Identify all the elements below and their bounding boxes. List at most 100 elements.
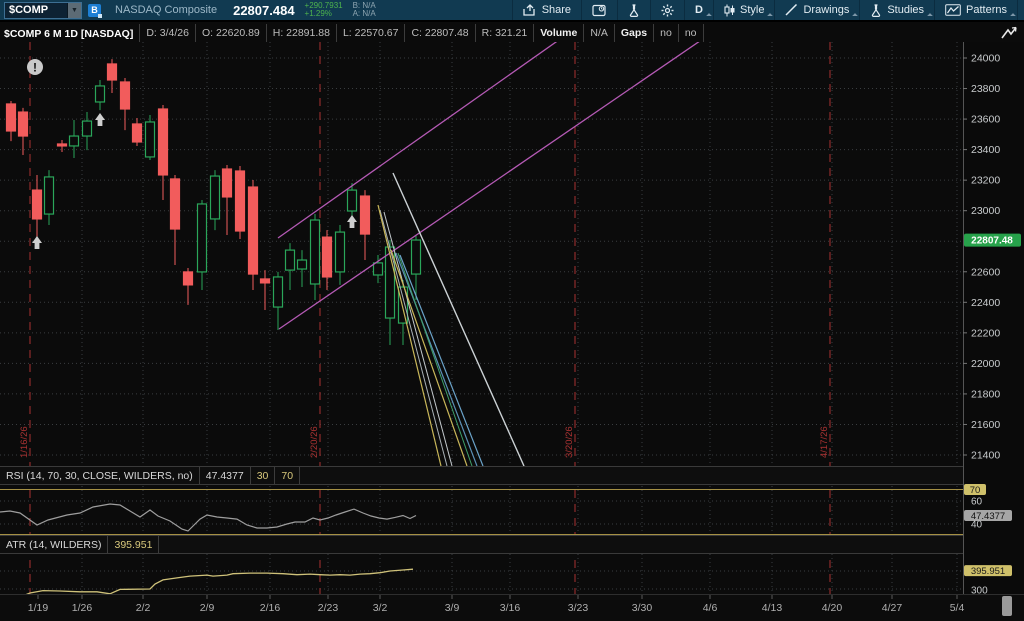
axis-scrollbar-nub[interactable] xyxy=(1002,596,1012,616)
header-gaps-label[interactable]: Gaps xyxy=(614,24,653,42)
date-tick-label: 3/2 xyxy=(373,602,388,614)
quick-study-button[interactable] xyxy=(617,0,650,20)
style-label: Style xyxy=(740,4,764,16)
style-button[interactable]: Style xyxy=(713,0,774,20)
ask-value: A: N/A xyxy=(353,10,376,18)
candle-down[interactable] xyxy=(33,190,42,219)
candle-up[interactable] xyxy=(336,232,345,272)
price-change-pct: +1.29% xyxy=(305,10,343,18)
candle-up[interactable] xyxy=(70,136,79,146)
candle-down[interactable] xyxy=(108,64,117,80)
gear-icon xyxy=(661,4,674,17)
date-tick-label: 1/19 xyxy=(28,602,49,614)
candle-up[interactable] xyxy=(274,277,283,307)
candlestick-icon xyxy=(724,4,735,17)
candle-down[interactable] xyxy=(58,144,67,146)
header-gaps-no1[interactable]: no xyxy=(653,24,678,42)
candle-up[interactable] xyxy=(96,86,105,102)
settings-button[interactable] xyxy=(650,0,684,20)
date-tick-label: 4/27 xyxy=(882,602,903,614)
dropdown-caret-icon xyxy=(927,13,933,19)
symbol-link-icon[interactable]: B xyxy=(88,4,101,17)
price-tick-label: 21600 xyxy=(971,419,1000,431)
symbol-input[interactable]: $COMP xyxy=(5,3,67,18)
drawings-button[interactable]: Drawings xyxy=(774,0,859,20)
last-price: 22807.484 xyxy=(233,3,294,18)
date-tick-label: 3/16 xyxy=(500,602,521,614)
top-toolbar: $COMP ▼ B NASDAQ Composite 22807.484 +29… xyxy=(0,0,1024,22)
dropdown-caret-icon xyxy=(852,13,858,19)
candle-down[interactable] xyxy=(184,272,193,285)
expiration-date-label: 2/20/26 xyxy=(309,426,320,458)
price-chart-canvas[interactable]: 1/16/262/20/263/20/264/17/26240002380023… xyxy=(0,0,1024,621)
candle-up[interactable] xyxy=(311,220,320,284)
flask-icon xyxy=(628,4,640,17)
header-date-cell: D: 3/4/26 xyxy=(139,24,195,42)
date-tick-label: 1/26 xyxy=(72,602,93,614)
candle-down[interactable] xyxy=(19,112,28,136)
price-change-stack: +290.7931 +1.29% xyxy=(305,2,343,18)
candle-up[interactable] xyxy=(286,250,295,270)
studies-button[interactable]: Studies xyxy=(859,0,934,20)
candle-down[interactable] xyxy=(171,179,180,229)
candle-down[interactable] xyxy=(236,171,245,231)
drawings-label: Drawings xyxy=(803,4,849,16)
rsi-overbought-cell: 70 xyxy=(275,467,300,484)
candle-up[interactable] xyxy=(45,177,54,214)
symbol-dropdown-caret-icon[interactable]: ▼ xyxy=(67,3,81,18)
candle-up[interactable] xyxy=(348,190,357,211)
candle-up[interactable] xyxy=(298,260,307,269)
pencil-line-icon xyxy=(785,4,798,16)
price-tick-label: 23600 xyxy=(971,114,1000,126)
atr-value-badge-text: 395.951 xyxy=(971,566,1005,577)
candle-up[interactable] xyxy=(198,204,207,272)
date-tick-label: 5/4 xyxy=(950,602,965,614)
expiration-date-label: 4/17/26 xyxy=(819,426,830,458)
chart-mode-icon[interactable] xyxy=(1000,26,1018,44)
ondemand-button[interactable] xyxy=(581,0,617,20)
share-button[interactable]: Share xyxy=(512,0,581,20)
price-tick-label: 24000 xyxy=(971,53,1000,65)
candle-down[interactable] xyxy=(261,279,270,283)
candle-down[interactable] xyxy=(7,104,16,131)
candle-up[interactable] xyxy=(412,240,421,274)
price-tick-label: 21400 xyxy=(971,450,1000,462)
price-tick-label: 23000 xyxy=(971,205,1000,217)
candle-down[interactable] xyxy=(223,169,232,197)
chart-title: $COMP 6 M 1D [NASDAQ] xyxy=(0,24,139,42)
atr-label[interactable]: ATR (14, WILDERS) xyxy=(0,536,108,553)
rsi-label[interactable]: RSI (14, 70, 30, CLOSE, WILDERS, no) xyxy=(0,467,200,484)
candle-down[interactable] xyxy=(323,237,332,277)
price-tick-label: 22400 xyxy=(971,297,1000,309)
header-close-cell: C: 22807.48 xyxy=(404,24,474,42)
trading-platform-window: $COMP ▼ B NASDAQ Composite 22807.484 +29… xyxy=(0,0,1024,621)
atr-header-row: ATR (14, WILDERS) 395.951 xyxy=(0,535,963,554)
candle-up[interactable] xyxy=(146,122,155,157)
candle-down[interactable] xyxy=(249,187,258,274)
header-volume-label: Volume xyxy=(533,24,583,42)
rsi-header-row: RSI (14, 70, 30, CLOSE, WILDERS, no) 47.… xyxy=(0,466,963,485)
candle-down[interactable] xyxy=(159,109,168,175)
date-tick-label: 3/23 xyxy=(568,602,589,614)
candle-up[interactable] xyxy=(374,263,383,275)
chart-header-row: $COMP 6 M 1D [NASDAQ] D: 3/4/26 O: 22620… xyxy=(0,24,1024,42)
date-tick-label: 4/6 xyxy=(703,602,718,614)
overflow-button[interactable] xyxy=(1017,0,1024,20)
header-open-cell: O: 22620.89 xyxy=(195,24,266,42)
rsi-value: 47.4377 xyxy=(200,467,251,484)
header-gaps-no2[interactable]: no xyxy=(678,24,704,42)
price-tick-label: 23200 xyxy=(971,175,1000,187)
patterns-button[interactable]: Patterns xyxy=(934,0,1017,20)
price-tick-label: 23400 xyxy=(971,144,1000,156)
timeframe-button[interactable]: D xyxy=(684,0,713,20)
candle-down[interactable] xyxy=(121,82,130,109)
rsi-oversold-cell: 30 xyxy=(251,467,276,484)
candle-up[interactable] xyxy=(83,121,92,136)
candle-up[interactable] xyxy=(211,176,220,219)
flask-icon xyxy=(870,4,882,17)
candle-down[interactable] xyxy=(361,196,370,234)
date-tick-label: 2/16 xyxy=(260,602,281,614)
candle-down[interactable] xyxy=(133,124,142,142)
price-tick-label: 22600 xyxy=(971,266,1000,278)
date-tick-label: 4/20 xyxy=(822,602,843,614)
